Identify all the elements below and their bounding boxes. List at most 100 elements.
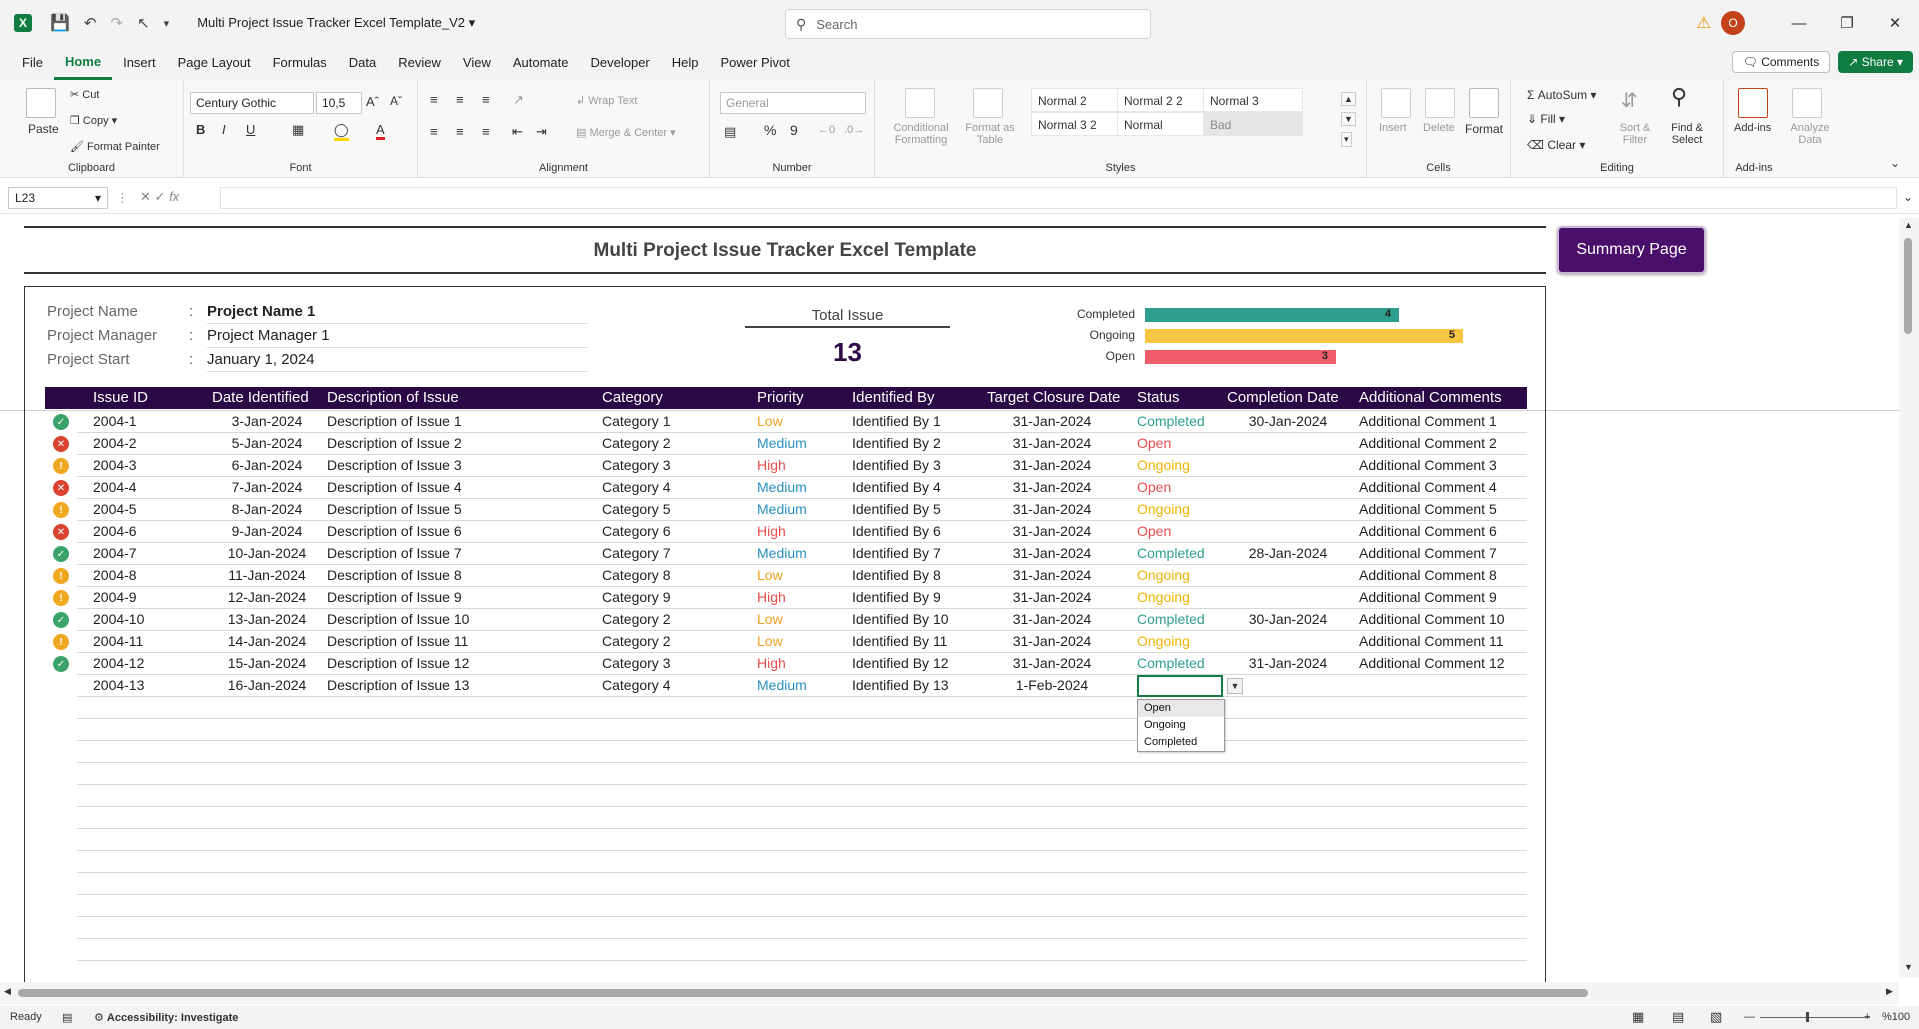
cell-by[interactable]: Identified By 3	[852, 457, 941, 473]
tab-insert[interactable]: Insert	[112, 46, 167, 80]
cell-style-normal-2-2[interactable]: Normal 2 2	[1117, 88, 1217, 112]
cell-cat[interactable]: Category 3	[602, 457, 670, 473]
undo-icon[interactable]: ↶	[84, 14, 97, 32]
worksheet[interactable]: Multi Project Issue Tracker Excel Templa…	[0, 218, 1919, 986]
cell-style-bad[interactable]: Bad	[1203, 112, 1303, 136]
table-row[interactable]: 2004-7 10-Jan-2024 Description of Issue 7 C…	[77, 543, 1527, 565]
empty-row[interactable]	[77, 939, 1527, 961]
decrease-font-icon[interactable]: Aˇ	[390, 94, 402, 108]
zoom-in-icon[interactable]: +	[1864, 1011, 1870, 1023]
redo-icon[interactable]: ↷	[111, 14, 124, 32]
increase-font-icon[interactable]: Aˆ	[366, 94, 379, 109]
cell-status[interactable]: Open	[1137, 479, 1171, 495]
borders-icon[interactable]: ▦	[292, 122, 304, 138]
cell-by[interactable]: Identified By 13	[852, 677, 949, 693]
normal-view-icon[interactable]: ▦	[1632, 1009, 1644, 1025]
cell-comment[interactable]: Additional Comment 2	[1359, 435, 1497, 451]
copy-button[interactable]: ❐ Copy ▾	[70, 114, 117, 127]
decrease-decimal-icon[interactable]: .0→	[844, 124, 864, 136]
align-center-icon[interactable]: ≡	[456, 124, 464, 139]
cell-prio[interactable]: High	[757, 523, 786, 539]
cell-desc[interactable]: Description of Issue 3	[327, 457, 462, 473]
cell-cat[interactable]: Category 2	[602, 633, 670, 649]
cell-cat[interactable]: Category 1	[602, 413, 670, 429]
scroll-up-icon[interactable]: ▲	[1904, 220, 1913, 230]
cell-by[interactable]: Identified By 7	[852, 545, 941, 561]
cell-date[interactable]: 12-Jan-2024	[212, 589, 322, 605]
cell-cat[interactable]: Category 4	[602, 677, 670, 693]
table-row[interactable]: 2004-4 7-Jan-2024 Description of Issue 4 Ca…	[77, 477, 1527, 499]
cell-id[interactable]: 2004-10	[93, 611, 144, 627]
cell-id[interactable]: 2004-1	[93, 413, 137, 429]
more-options-icon[interactable]: ⋮	[116, 190, 129, 206]
italic-icon[interactable]: I	[222, 122, 226, 137]
tab-automate[interactable]: Automate	[502, 46, 580, 80]
selected-cell[interactable]	[1137, 675, 1223, 697]
zoom-slider-thumb[interactable]	[1806, 1012, 1809, 1022]
empty-row[interactable]	[77, 697, 1527, 719]
customize-toolbar-icon[interactable]: ▾	[164, 17, 170, 30]
warning-icon[interactable]: ⚠	[1697, 13, 1711, 33]
cell-date[interactable]: 8-Jan-2024	[212, 501, 322, 517]
align-bottom-icon[interactable]: ≡	[482, 92, 490, 107]
cell-prio[interactable]: Medium	[757, 501, 807, 517]
empty-row[interactable]	[77, 719, 1527, 741]
dropdown-arrow-icon[interactable]: ▼	[1227, 678, 1243, 694]
cell-prio[interactable]: High	[757, 655, 786, 671]
enter-icon[interactable]: ✓	[155, 189, 166, 204]
tab-review[interactable]: Review	[387, 46, 452, 80]
avatar[interactable]: O	[1721, 11, 1745, 35]
table-row[interactable]: 2004-2 5-Jan-2024 Description of Issue 2 Ca…	[77, 433, 1527, 455]
cell-date[interactable]: 16-Jan-2024	[212, 677, 322, 693]
cell-prio[interactable]: Medium	[757, 479, 807, 495]
cell-id[interactable]: 2004-9	[93, 589, 137, 605]
format-as-table-icon[interactable]	[973, 88, 1003, 118]
increase-decimal-icon[interactable]: ←0	[818, 124, 835, 136]
tab-home[interactable]: Home	[53, 46, 113, 80]
styles-scroll-up-icon[interactable]: ▲	[1341, 92, 1356, 106]
cell-style-normal[interactable]: Normal	[1117, 112, 1217, 136]
comma-style-icon[interactable]: 9	[790, 122, 798, 138]
cell-target[interactable]: 31-Jan-2024	[987, 523, 1117, 539]
addins-button[interactable]: Add-ins	[1734, 122, 1771, 134]
cell-cat[interactable]: Category 6	[602, 523, 670, 539]
page-layout-view-icon[interactable]: ▤	[1672, 1009, 1684, 1025]
table-row[interactable]: 2004-6 9-Jan-2024 Description of Issue 6 Ca…	[77, 521, 1527, 543]
table-row[interactable]: 2004-1 3-Jan-2024 Description of Issue 1 Ca…	[77, 411, 1527, 433]
cell-style-normal-3[interactable]: Normal 3	[1203, 88, 1303, 112]
cell-date[interactable]: 13-Jan-2024	[212, 611, 322, 627]
increase-indent-icon[interactable]: ⇥	[536, 124, 547, 140]
empty-row[interactable]	[77, 785, 1527, 807]
cell-target[interactable]: 31-Jan-2024	[987, 589, 1117, 605]
format-cells-button[interactable]: Format	[1465, 122, 1503, 136]
cell-prio[interactable]: Medium	[757, 435, 807, 451]
cell-status[interactable]: Ongoing	[1137, 589, 1190, 605]
cell-prio[interactable]: High	[757, 457, 786, 473]
cell-date[interactable]: 5-Jan-2024	[212, 435, 322, 451]
cell-target[interactable]: 1-Feb-2024	[987, 677, 1117, 693]
table-row[interactable]: 2004-9 12-Jan-2024 Description of Issue 9 C…	[77, 587, 1527, 609]
cut-button[interactable]: ✂ Cut	[70, 88, 99, 101]
orientation-icon[interactable]: ↗	[513, 92, 524, 108]
cell-desc[interactable]: Description of Issue 6	[327, 523, 462, 539]
cell-id[interactable]: 2004-2	[93, 435, 137, 451]
formula-input[interactable]	[220, 187, 1897, 209]
cell-target[interactable]: 31-Jan-2024	[987, 655, 1117, 671]
pointer-mode-icon[interactable]: ↖	[137, 14, 150, 32]
horizontal-scrollbar[interactable]: ◀ ▶	[0, 982, 1899, 1004]
table-row[interactable]: 2004-13 16-Jan-2024 Description of Issue 1…	[77, 675, 1527, 697]
cell-status[interactable]: Completed	[1137, 413, 1205, 429]
document-title[interactable]: Multi Project Issue Tracker Excel Templa…	[197, 15, 475, 31]
cell-by[interactable]: Identified By 6	[852, 523, 941, 539]
dropdown-option-ongoing[interactable]: Ongoing	[1138, 717, 1224, 734]
cell-prio[interactable]: Low	[757, 413, 783, 429]
cell-desc[interactable]: Description of Issue 7	[327, 545, 462, 561]
zoom-out-icon[interactable]: —	[1744, 1011, 1755, 1023]
cell-by[interactable]: Identified By 4	[852, 479, 941, 495]
tab-developer[interactable]: Developer	[580, 46, 661, 80]
cell-desc[interactable]: Description of Issue 12	[327, 655, 469, 671]
accessibility-status[interactable]: ⚙ Accessibility: Investigate	[94, 1011, 238, 1024]
vertical-scroll-thumb[interactable]	[1904, 238, 1912, 334]
cell-desc[interactable]: Description of Issue 8	[327, 567, 462, 583]
cell-desc[interactable]: Description of Issue 4	[327, 479, 462, 495]
